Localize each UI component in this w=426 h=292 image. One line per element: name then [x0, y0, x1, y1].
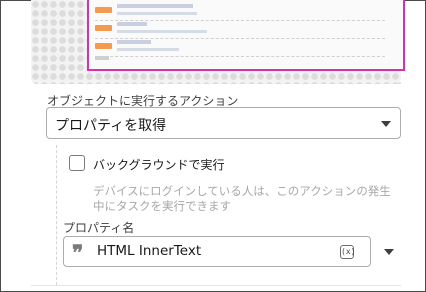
- run-in-background-checkbox[interactable]: [69, 155, 85, 171]
- preview-row: [95, 21, 385, 39]
- preview-row: [95, 39, 385, 57]
- preview-tag: [95, 43, 112, 49]
- preview-line: [117, 22, 147, 26]
- preview-tag: [95, 25, 112, 31]
- chevron-down-icon[interactable]: [384, 249, 394, 255]
- preview-line: [117, 30, 207, 33]
- element-preview: [31, 0, 405, 84]
- property-name-label: プロパティ名: [63, 221, 135, 235]
- preview-line: [117, 4, 193, 8]
- variable-icon[interactable]: (x): [340, 245, 355, 259]
- run-in-background-help: デバイスにログインしている人は、このアクションの発生中にタスクを実行できます: [93, 184, 391, 213]
- preview-target-element: [87, 0, 405, 71]
- preview-line: [95, 56, 109, 60]
- property-name-value: HTML InnerText: [97, 243, 202, 259]
- preview-row: [95, 3, 385, 21]
- divider: [31, 285, 401, 286]
- action-select[interactable]: プロパティを取得: [46, 107, 401, 139]
- preview-tag: [95, 7, 112, 13]
- indent-guide: [56, 145, 57, 285]
- chevron-down-icon: [381, 121, 391, 127]
- preview-line: [117, 40, 151, 44]
- quote-icon: ❞: [72, 240, 84, 265]
- property-name-input[interactable]: ❞ HTML InnerText (x): [63, 236, 371, 267]
- preview-line: [117, 48, 179, 51]
- action-select-value: プロパティを取得: [55, 118, 167, 134]
- run-in-background-label[interactable]: バックグラウンドで実行: [93, 156, 225, 173]
- preview-line: [117, 12, 197, 15]
